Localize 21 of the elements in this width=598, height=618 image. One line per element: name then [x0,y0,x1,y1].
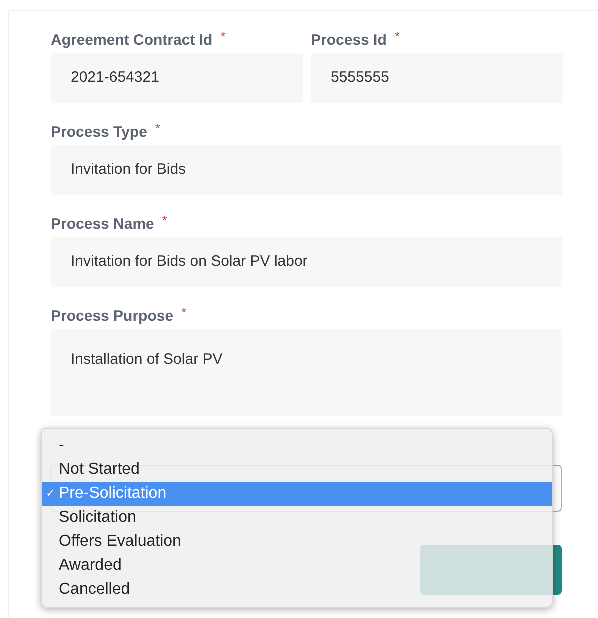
field-label: Process Id [311,31,387,51]
input-field[interactable]: Invitation for Bids on Solar PV labor [51,237,562,287]
required-mark: * [220,30,226,43]
required-mark: * [394,30,400,43]
input-field[interactable]: Invitation for Bids [51,145,562,195]
required-mark: * [162,214,168,227]
field-label: Process Purpose [51,307,174,327]
dropdown-option[interactable]: Not Started [42,458,552,482]
input-field[interactable]: 2021-654321 [51,53,303,103]
field-label: Process Name [51,215,154,235]
field-label: Agreement Contract Id [51,31,213,51]
dropdown-option[interactable]: - [42,434,552,458]
dropdown-option[interactable]: Offers Evaluation [42,530,552,554]
dropdown-option[interactable]: Solicitation [42,506,552,530]
text-area[interactable]: Installation of Solar PV [51,329,562,416]
required-mark: * [182,306,187,319]
field-label: Process Type [51,123,148,143]
input-field[interactable]: 5555555 [311,53,563,103]
dropdown-option[interactable]: Cancelled [42,578,552,602]
required-mark: * [155,122,161,135]
dropdown-option[interactable]: Awarded [42,554,552,578]
